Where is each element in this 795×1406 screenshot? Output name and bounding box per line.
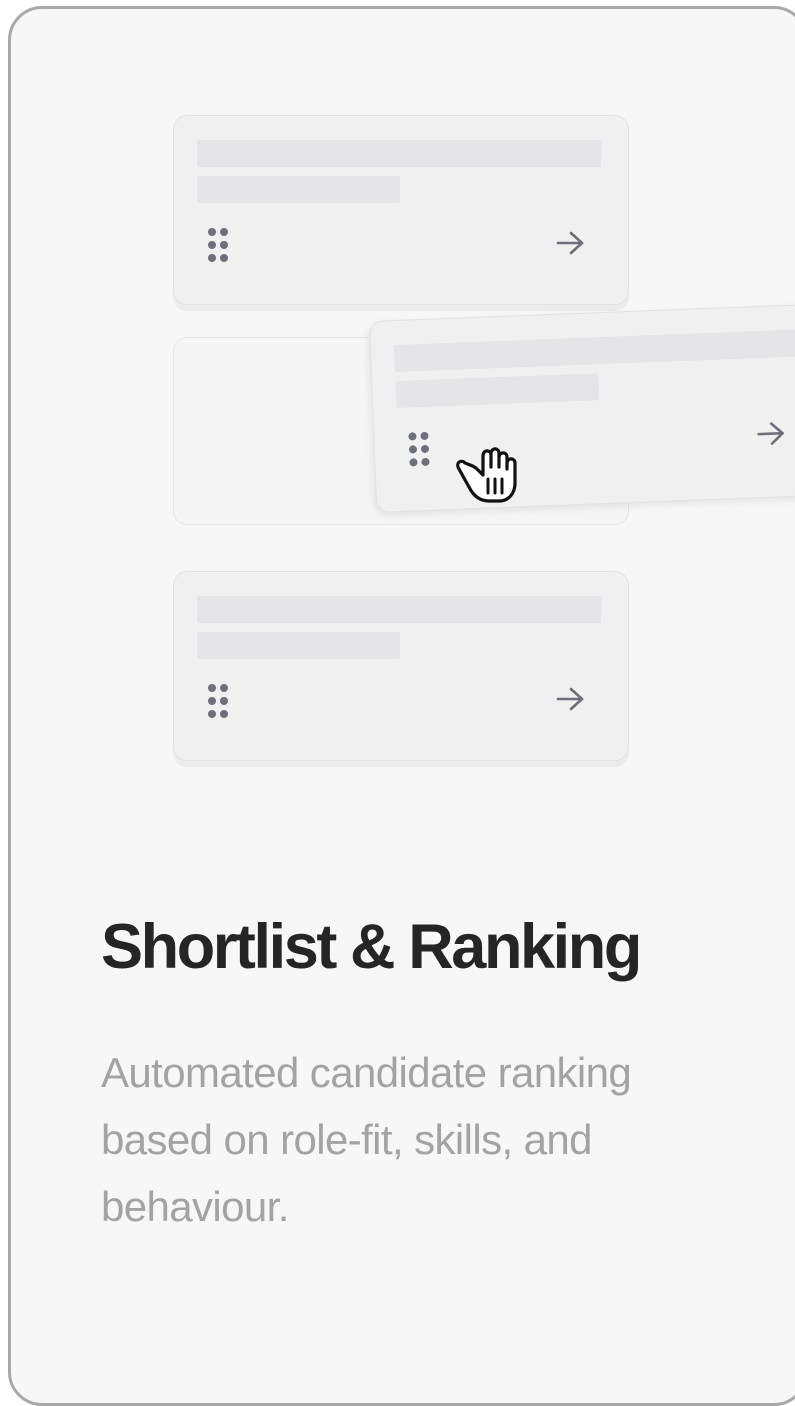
feature-title: Shortlist & Ranking <box>101 912 642 982</box>
feature-card: Shortlist & Ranking Automated candidate … <box>8 6 795 1406</box>
skeleton-line <box>197 176 400 203</box>
dragging-candidate-card[interactable] <box>369 303 795 513</box>
arrow-right-icon[interactable] <box>754 419 787 448</box>
arrow-right-icon[interactable] <box>554 229 586 257</box>
feature-description: Automated candidate ranking based on rol… <box>101 1049 632 1230</box>
ranking-illustration <box>11 9 795 829</box>
skeleton-line <box>393 329 795 373</box>
skeleton-line <box>395 373 600 409</box>
skeleton-line <box>197 596 601 623</box>
drag-handle-icon[interactable] <box>207 683 231 720</box>
drag-handle-icon[interactable] <box>407 431 432 469</box>
candidate-card[interactable] <box>173 571 629 761</box>
skeleton-line <box>197 632 400 659</box>
drag-handle-icon[interactable] <box>207 227 231 264</box>
grab-hand-icon <box>456 447 517 503</box>
candidate-card[interactable] <box>173 115 629 305</box>
arrow-right-icon[interactable] <box>554 685 586 713</box>
skeleton-line <box>197 140 601 167</box>
